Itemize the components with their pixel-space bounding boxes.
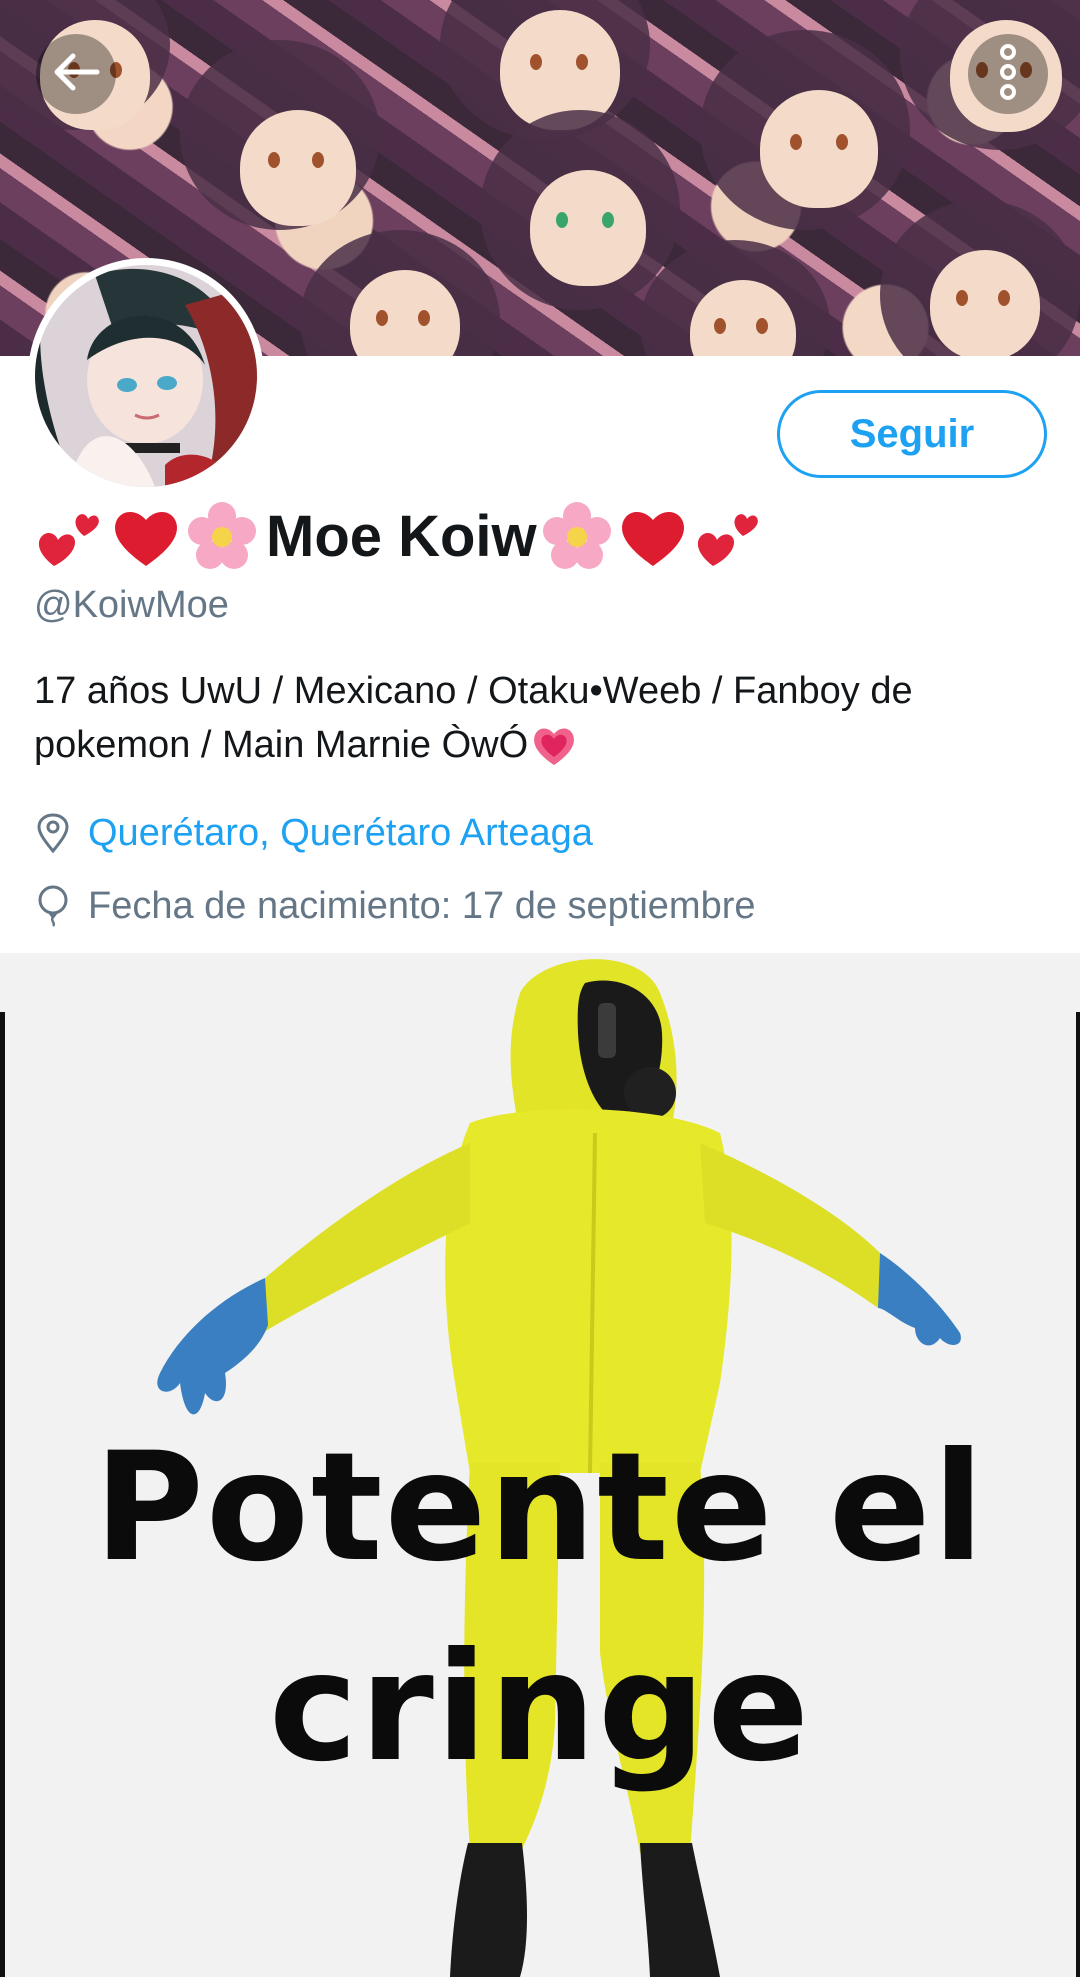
bio-line: 17 años UwU / Mexicano / Otaku•Weeb / Fa… xyxy=(34,670,913,712)
birthday-text: Fecha de nacimiento: 17 de septiembre xyxy=(88,884,756,927)
profile-display-name: Moe Koiw xyxy=(34,500,769,572)
meme-image[interactable]: Potente el cringe xyxy=(0,953,1080,1977)
more-options-button[interactable] xyxy=(968,34,1048,114)
more-vertical-icon xyxy=(998,43,1018,105)
profile-avatar[interactable] xyxy=(28,258,264,494)
meme-border-left xyxy=(0,1012,5,1977)
arrow-left-icon xyxy=(51,52,101,97)
meme-border-right xyxy=(1076,1012,1080,1977)
location-pin-icon xyxy=(34,811,72,855)
bio-line: pokemon / Main Marnie ÒwÓ xyxy=(34,724,529,766)
two-hearts-icon xyxy=(34,500,106,572)
balloon-icon xyxy=(34,884,72,928)
meme-caption-line2: cringe xyxy=(268,1621,812,1795)
profile-handle: @KoiwMoe xyxy=(34,584,229,626)
display-name-text: Moe Koiw xyxy=(266,503,537,569)
two-hearts-icon xyxy=(693,500,765,572)
red-heart-icon xyxy=(617,500,689,572)
red-heart-icon xyxy=(110,500,182,572)
profile-location[interactable]: Querétaro, Querétaro Arteaga xyxy=(34,808,593,858)
back-button[interactable] xyxy=(36,34,116,114)
cherry-blossom-icon xyxy=(186,500,258,572)
profile-birthday: Fecha de nacimiento: 17 de septiembre xyxy=(34,881,756,931)
sparkling-heart-icon xyxy=(530,721,578,769)
location-link[interactable]: Querétaro, Querétaro Arteaga xyxy=(88,812,593,855)
follow-button-label: Seguir xyxy=(849,411,975,456)
profile-bio: 17 años UwU / Mexicano / Otaku•Weeb / Fa… xyxy=(34,664,1044,772)
follow-button[interactable]: Seguir xyxy=(777,390,1047,478)
avatar-image xyxy=(35,265,257,487)
meme-caption-line1: Potente el xyxy=(93,1421,987,1595)
cherry-blossom-icon xyxy=(541,500,613,572)
